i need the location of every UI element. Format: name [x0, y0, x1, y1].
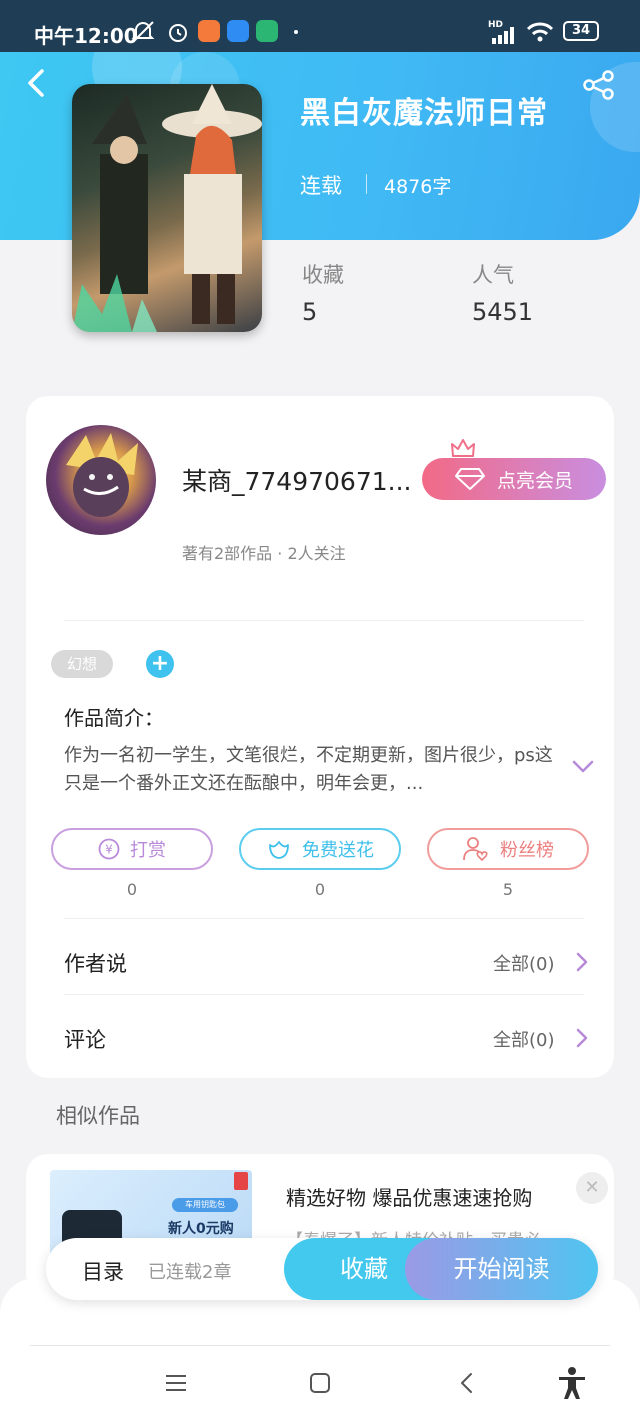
- reward-count: 0: [126, 880, 138, 899]
- add-tag-button[interactable]: +: [146, 650, 174, 678]
- reward-label: 打赏: [130, 840, 166, 861]
- brand-logo-icon: [234, 1172, 248, 1190]
- start-reading-label: 开始阅读: [453, 1255, 550, 1283]
- avatar-illustration: [66, 433, 138, 517]
- send-flower-label: 免费送花: [302, 840, 374, 861]
- popularity-count: 5451: [472, 298, 534, 326]
- flower-count: 0: [314, 880, 326, 899]
- genre-tag[interactable]: 幻想: [51, 650, 113, 678]
- comments-all[interactable]: 全部(0): [493, 1026, 555, 1052]
- author-meta: 著有2部作品 · 2人关注: [182, 544, 346, 563]
- fan-icon: [463, 837, 488, 862]
- popularity-label: 人气: [472, 263, 514, 287]
- signal-icon: [492, 27, 514, 44]
- status-bar: 中午12:00 HD 34: [0, 0, 640, 52]
- fan-rank-button[interactable]: 粉丝榜: [427, 828, 589, 870]
- word-count: 4876字: [384, 176, 452, 198]
- divider: [30, 1345, 610, 1346]
- chevron-right-icon[interactable]: [576, 952, 588, 972]
- serial-status: 连载: [300, 174, 342, 198]
- menu-icon[interactable]: [164, 1372, 188, 1394]
- accessibility-icon[interactable]: [556, 1366, 588, 1400]
- chevron-right-icon[interactable]: [576, 1028, 588, 1048]
- start-reading-button[interactable]: 开始阅读: [405, 1238, 598, 1300]
- back-icon[interactable]: [24, 68, 48, 98]
- author-says-all[interactable]: 全部(0): [493, 950, 555, 976]
- comments-label[interactable]: 评论: [64, 1024, 106, 1054]
- crown-icon: [451, 439, 475, 457]
- send-flower-button[interactable]: 免费送花: [239, 828, 401, 870]
- reward-button[interactable]: ¥ 打赏: [51, 828, 213, 870]
- divider: [64, 620, 584, 621]
- favorites-label: 收藏: [302, 263, 344, 287]
- ad-image-badge: 车用钥匙包: [172, 1198, 238, 1212]
- battery-indicator: 34: [563, 21, 599, 41]
- book-title: 黑白灰魔法师日常: [300, 96, 548, 131]
- alarm-icon: [169, 24, 187, 42]
- share-icon[interactable]: [582, 70, 616, 100]
- home-icon[interactable]: [309, 1372, 331, 1394]
- diamond-icon: [454, 468, 485, 490]
- author-name[interactable]: 某商_774970671...: [182, 462, 422, 498]
- shield-app-icon: [256, 20, 278, 42]
- favorites-count: 5: [302, 298, 318, 326]
- toc-button[interactable]: 目录: [82, 1256, 124, 1286]
- divider: [64, 918, 584, 919]
- wifi-icon: [526, 22, 554, 42]
- cloud-app-icon: [227, 20, 249, 42]
- vip-button-label: 点亮会员: [496, 469, 573, 492]
- favorite-label: 收藏: [340, 1255, 388, 1283]
- fan-rank-label: 粉丝榜: [500, 840, 554, 861]
- similar-works-title: 相似作品: [56, 1104, 140, 1128]
- notification-dot-icon: [294, 30, 298, 34]
- vip-activate-button[interactable]: 点亮会员: [422, 458, 606, 500]
- author-says-label[interactable]: 作者说: [64, 948, 127, 978]
- status-time: 中午12:00: [34, 24, 138, 48]
- ad-title[interactable]: 精选好物 爆品优惠速速抢购: [286, 1182, 532, 1211]
- cover-illustration: [72, 84, 262, 332]
- expand-chevron-icon[interactable]: [572, 760, 594, 774]
- ad-image-text: 新人0元购: [168, 1221, 234, 1237]
- fan-count: 5: [502, 880, 514, 899]
- intro-title: 作品简介：: [64, 706, 164, 730]
- yen-icon: ¥: [98, 838, 120, 860]
- close-ad-icon[interactable]: ✕: [576, 1172, 608, 1204]
- chapter-count: 已连载2章: [148, 1262, 232, 1283]
- app-notification-icon: [198, 20, 220, 42]
- divider: [64, 994, 584, 995]
- author-avatar[interactable]: [46, 425, 156, 535]
- intro-text: 作为一名初一学生，文笔很烂，不定期更新，图片很少，ps这只是一个番外正文还在酝酿…: [64, 745, 553, 794]
- svg-text:¥: ¥: [105, 843, 113, 857]
- divider: [366, 174, 367, 194]
- flower-icon: [269, 841, 289, 859]
- mute-icon: [131, 21, 155, 43]
- nav-back-icon[interactable]: [458, 1372, 474, 1394]
- book-cover-image[interactable]: [72, 84, 262, 332]
